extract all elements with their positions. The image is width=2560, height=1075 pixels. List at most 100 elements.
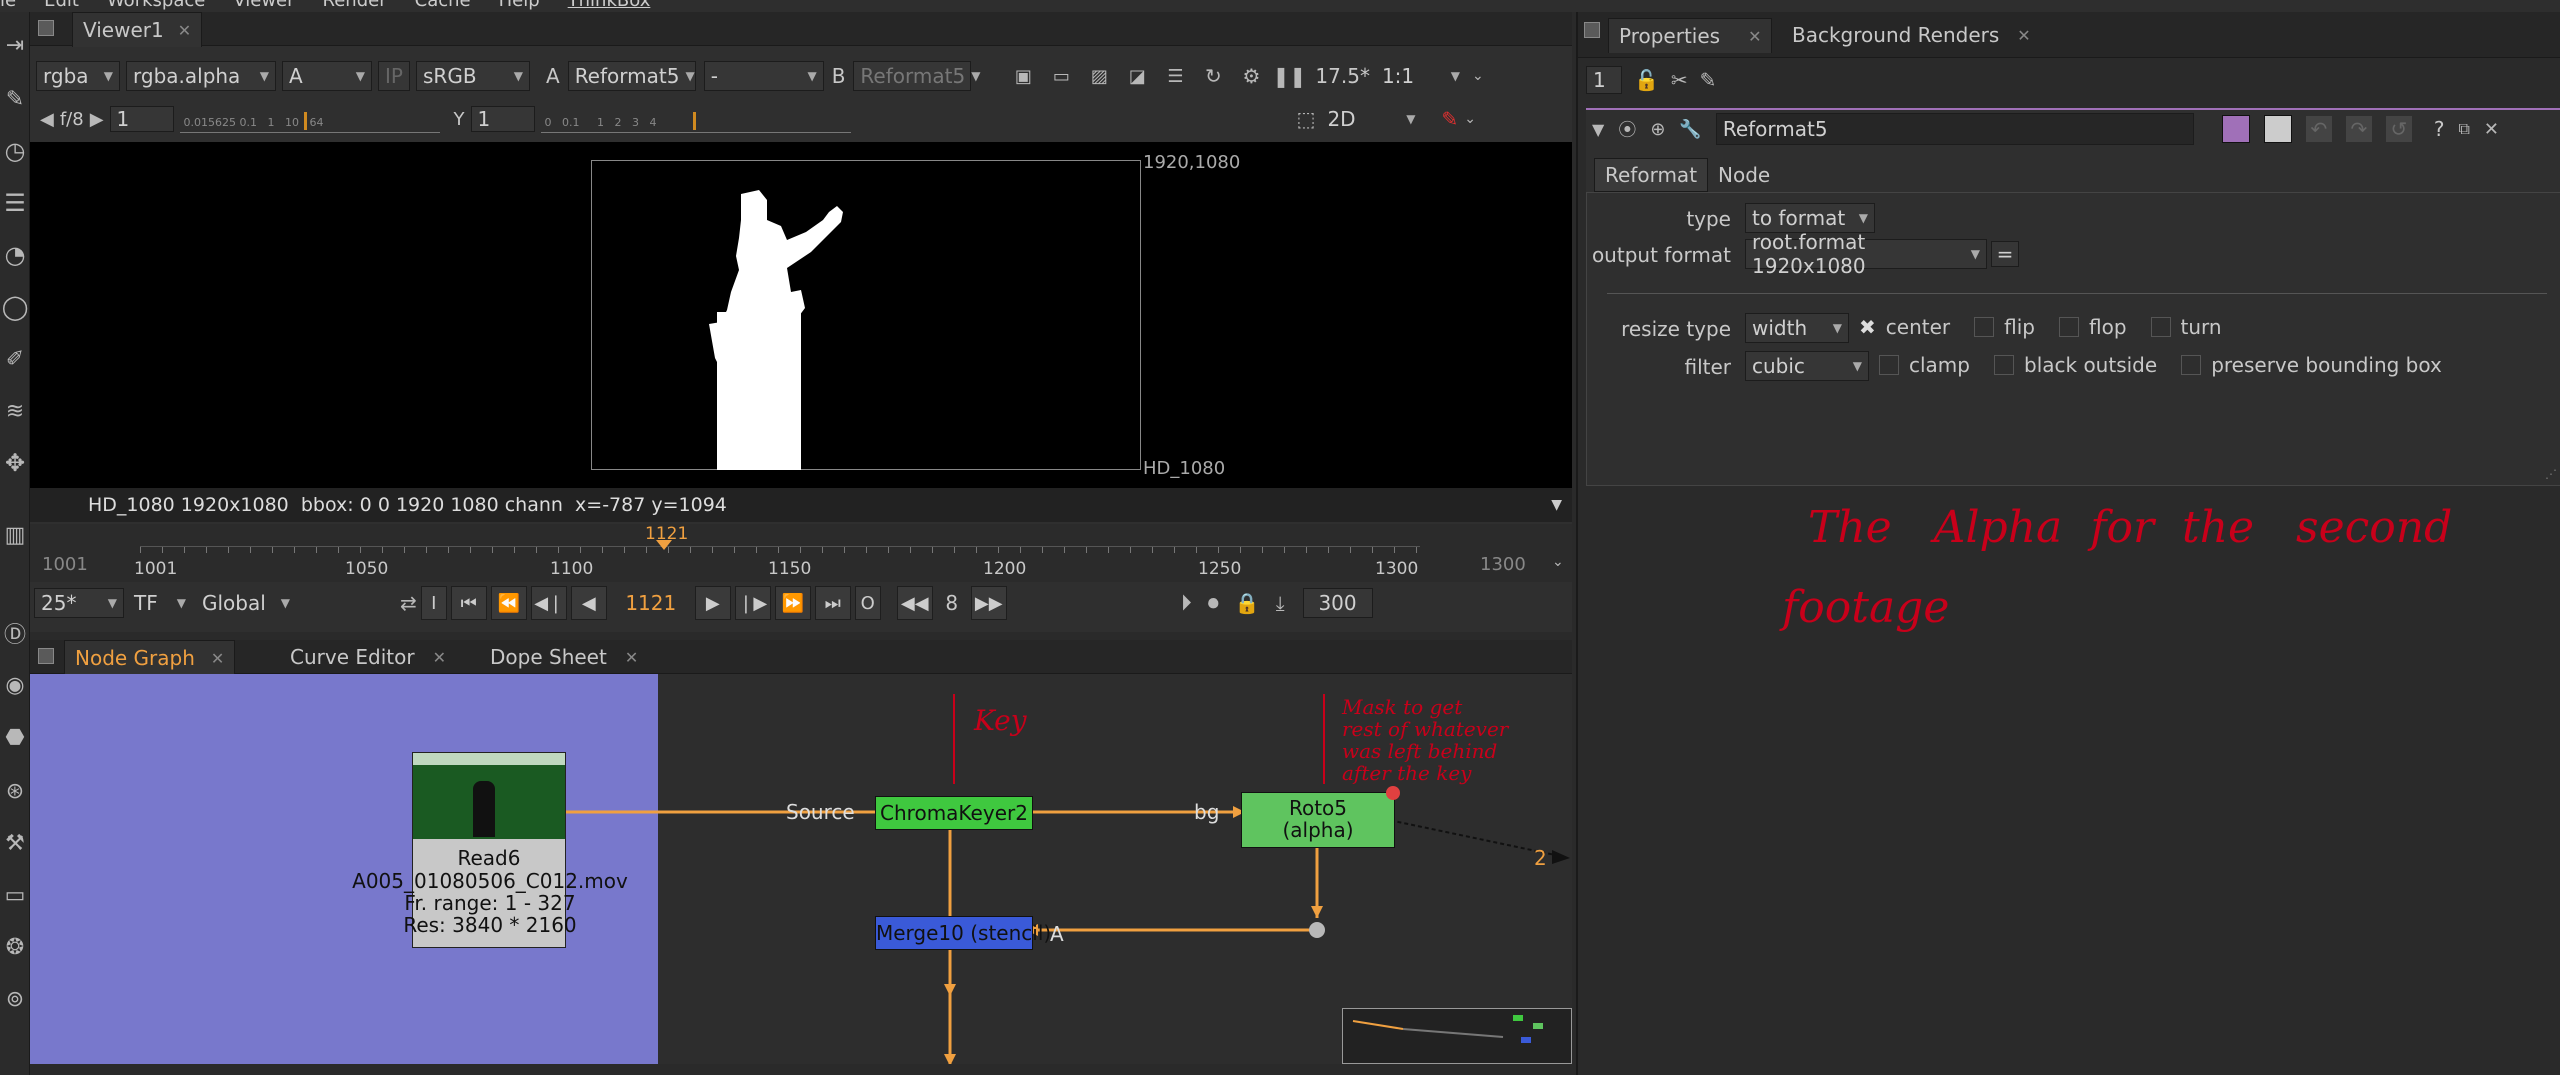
merge-tool-icon[interactable]: ≋: [2, 398, 28, 424]
tf-dropdown[interactable]: TF ▼: [128, 588, 192, 618]
edit-pencil-icon[interactable]: ✎: [1700, 68, 1717, 92]
gain-slider-handle[interactable]: [303, 111, 307, 130]
record-icon[interactable]: ⏺: [1208, 591, 1219, 616]
resize-type-dropdown[interactable]: width ▼: [1745, 313, 1849, 343]
menu-workspace[interactable]: Workspace: [107, 0, 205, 11]
close-icon[interactable]: ✕: [1748, 27, 1761, 46]
view-mode-dropdown[interactable]: 2D ▼: [1321, 104, 1421, 134]
node-name-field[interactable]: Reformat5: [1715, 113, 2194, 145]
center-node-icon[interactable]: ⊕: [1650, 119, 1665, 140]
a-node-dropdown[interactable]: Reformat5 ▼: [567, 61, 696, 91]
plugins-tool-icon[interactable]: ⊚: [2, 986, 28, 1012]
gain-slider[interactable]: 0.015625 0.1 1 10 64: [179, 106, 440, 133]
max-panels-input[interactable]: 1: [1586, 66, 1622, 94]
lock-icon[interactable]: 🔓: [1634, 68, 1659, 92]
read-tool-icon[interactable]: ⇥: [2, 32, 28, 58]
transform-tool-icon[interactable]: ✥: [2, 449, 28, 477]
clear-panels-icon[interactable]: ✂: [1671, 68, 1688, 92]
tab-properties[interactable]: Properties ✕: [1608, 18, 1773, 53]
paint-brush-icon[interactable]: ✎: [1441, 107, 1458, 131]
playhead-marker[interactable]: [656, 540, 672, 550]
colorspace-dropdown[interactable]: sRGB ▼: [416, 61, 530, 91]
fstop-left-icon[interactable]: ◀: [40, 109, 54, 130]
tab-curve-editor[interactable]: Curve Editor ✕: [280, 640, 456, 674]
menu-edit[interactable]: Edit: [44, 0, 79, 11]
fstop-value[interactable]: f/8: [60, 109, 84, 130]
preserve-bbox-checkbox[interactable]: [2181, 355, 2202, 375]
refresh-icon[interactable]: ↻: [1197, 64, 1229, 88]
time-tool-icon[interactable]: ◷: [2, 137, 28, 165]
gl-color-icon[interactable]: [2263, 115, 2292, 143]
menu-file[interactable]: le: [0, 0, 16, 11]
next-key-icon[interactable]: ⏩: [774, 586, 811, 620]
frame-step[interactable]: 8: [937, 591, 967, 615]
scope-dropdown[interactable]: Global ▼: [196, 588, 296, 618]
node-color-icon[interactable]: [2221, 115, 2250, 143]
panel-menu-icon[interactable]: [1584, 22, 1600, 38]
toolsets-tool-icon[interactable]: ⚒: [2, 830, 28, 856]
turn-checkbox[interactable]: [2150, 317, 2171, 337]
timeline-track[interactable]: 1001 1050 1100 1150 1200 1250 1300: [134, 546, 1420, 579]
end-frame-input[interactable]: 300: [1302, 588, 1373, 618]
zebra-icon[interactable]: ▨: [1083, 66, 1115, 87]
first-frame-icon[interactable]: ⏮: [450, 586, 487, 620]
ratio-dropdown[interactable]: 1:1 ▼: [1376, 61, 1466, 91]
nodegraph-navigator[interactable]: [1342, 1008, 1572, 1064]
close-icon[interactable]: ✕: [625, 648, 638, 667]
undo-icon[interactable]: ↶: [2305, 116, 2332, 142]
views-tool-icon[interactable]: ◉: [2, 672, 28, 698]
close-icon[interactable]: ✕: [433, 648, 446, 667]
close-icon[interactable]: ✕: [2484, 119, 2499, 140]
lut-icon[interactable]: ☰: [1159, 66, 1191, 87]
zoom-value[interactable]: 17.5*: [1315, 64, 1370, 88]
pause-icon[interactable]: ❚❚: [1273, 64, 1307, 88]
current-frame[interactable]: 1121: [611, 591, 691, 615]
furnace-tool-icon[interactable]: ❂: [2, 934, 28, 960]
type-dropdown[interactable]: to format ▼: [1745, 203, 1875, 233]
view-node-icon[interactable]: ⦿: [1618, 116, 1636, 142]
keyer-tool-icon[interactable]: ✐: [2, 346, 28, 372]
metadata-tool-icon[interactable]: ⬣: [2, 724, 28, 750]
play-forward-icon[interactable]: ▶: [694, 586, 731, 620]
filter-tool-icon[interactable]: ◯: [2, 293, 29, 321]
resize-grip-icon[interactable]: ⋰: [2545, 467, 2557, 481]
last-frame-icon[interactable]: ⏭: [814, 586, 851, 620]
menu-render[interactable]: Render: [323, 0, 387, 11]
format-equals-button[interactable]: =: [1991, 241, 2019, 267]
gamma-slider-handle[interactable]: [692, 111, 696, 130]
channels-dropdown[interactable]: rgba ▼: [36, 61, 120, 91]
close-icon[interactable]: ✕: [211, 649, 224, 668]
expand-chevron-icon[interactable]: ⌄: [1472, 68, 1484, 84]
prev-key-icon[interactable]: ⏪: [490, 586, 527, 620]
menu-cache[interactable]: Cache: [415, 0, 471, 11]
step-back-icon[interactable]: ◀❘: [530, 586, 567, 620]
input-a-dropdown[interactable]: A ▼: [282, 61, 372, 91]
export-icon[interactable]: ⤓: [1276, 591, 1285, 615]
tab-node[interactable]: Node: [1708, 159, 1780, 191]
fps-dropdown[interactable]: 25* ▼: [34, 588, 124, 618]
skip-back-icon[interactable]: ◀◀: [896, 586, 933, 620]
out-point-button[interactable]: O: [854, 586, 881, 620]
center-checkbox[interactable]: ✖: [1859, 315, 1876, 339]
chromakeyer-node[interactable]: ChromaKeyer2: [875, 796, 1033, 830]
step-forward-icon[interactable]: ❘▶: [734, 586, 771, 620]
particles-tool-icon[interactable]: ⊛: [2, 778, 28, 804]
roi-icon[interactable]: ▣: [1007, 66, 1039, 87]
roto-node[interactable]: Roto5 (alpha): [1241, 792, 1395, 848]
wipe-icon[interactable]: ◪: [1121, 66, 1153, 87]
channel-alpha-dropdown[interactable]: rgba.alpha ▼: [126, 61, 276, 91]
viewer-canvas[interactable]: 1920,1080 HD_1080: [30, 142, 1572, 488]
expand-chevron-icon[interactable]: ⌄: [1464, 111, 1476, 127]
redo-icon[interactable]: ↷: [2345, 116, 2372, 142]
lock-icon[interactable]: 🔒: [1235, 591, 1260, 615]
channel-tool-icon[interactable]: ☰: [2, 189, 28, 217]
tab-node-graph[interactable]: Node Graph ✕: [64, 640, 236, 675]
tab-background-renders[interactable]: Background Renders ✕: [1782, 18, 2041, 52]
close-icon[interactable]: ✕: [2017, 26, 2030, 45]
flip-checkbox[interactable]: [1974, 317, 1995, 337]
output-format-dropdown[interactable]: root.format 1920x1080 ▼: [1745, 230, 1987, 278]
3d-tool-icon[interactable]: ▥: [2, 522, 28, 548]
info-dropdown-icon[interactable]: ▼: [1551, 497, 1562, 513]
menu-help[interactable]: Help: [499, 0, 540, 11]
in-point-button[interactable]: I: [420, 586, 447, 620]
